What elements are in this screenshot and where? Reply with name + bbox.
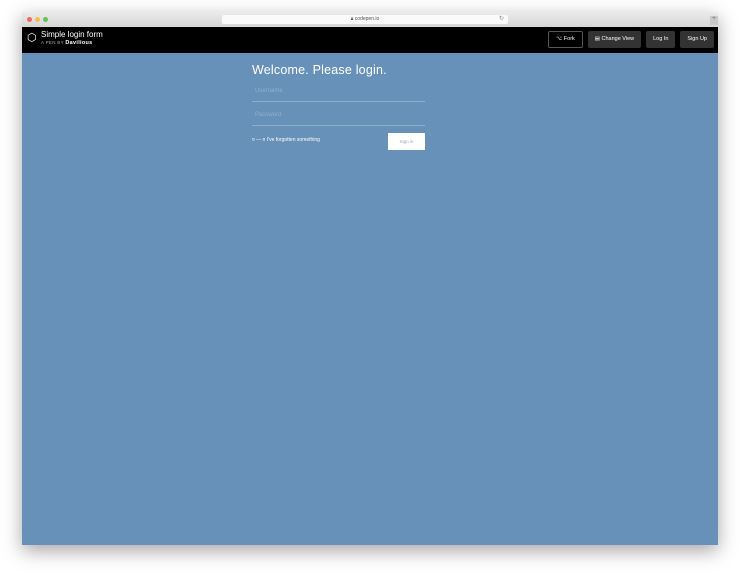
- minimize-window-button[interactable]: [35, 17, 40, 22]
- login-form: Welcome. Please login. Username Password…: [252, 63, 425, 150]
- close-window-button[interactable]: [27, 17, 32, 22]
- new-tab-button[interactable]: +: [710, 16, 718, 25]
- codepen-logo-icon[interactable]: ⬡: [27, 31, 37, 44]
- fork-button[interactable]: ⌥ Fork: [547, 31, 583, 48]
- maximize-window-button[interactable]: [43, 17, 48, 22]
- reload-icon[interactable]: ↻: [499, 15, 504, 24]
- codepen-header: ⬡ Simple login form A PEN BY Davilious ⌥…: [22, 27, 718, 53]
- url-text: codepen.io: [354, 16, 380, 22]
- title-bar: 🔒︎ codepen.io ↻ +: [22, 12, 718, 27]
- signin-button[interactable]: Sign in: [388, 133, 425, 150]
- pen-byline: A PEN BY Davilious: [41, 40, 93, 46]
- forgot-link[interactable]: ¤ — ¤ I've forgotten something: [252, 137, 320, 143]
- author-link[interactable]: Davilious: [65, 40, 92, 46]
- password-input[interactable]: Password: [252, 107, 425, 126]
- form-heading: Welcome. Please login.: [252, 63, 387, 77]
- username-input[interactable]: Username: [252, 83, 425, 102]
- address-bar[interactable]: 🔒︎ codepen.io ↻: [222, 15, 508, 24]
- pen-title: Simple login form: [41, 30, 103, 39]
- change-view-button[interactable]: ▤ Change View: [587, 31, 642, 48]
- signup-button[interactable]: Sign Up: [680, 31, 714, 48]
- lock-icon: 🔒︎: [350, 16, 354, 22]
- byline-label: A PEN BY: [41, 40, 64, 45]
- login-button[interactable]: Log In: [646, 31, 676, 48]
